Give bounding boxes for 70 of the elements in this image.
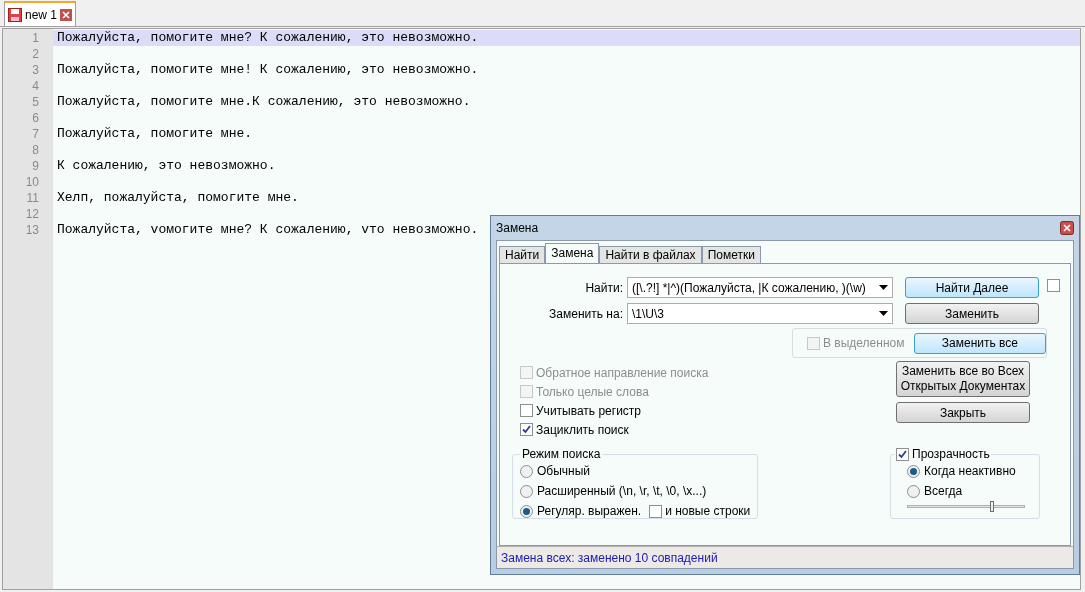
code-line: Пожалуйста, vомогите мне? К сожалению, vто невозможно.: [56, 222, 479, 238]
radio-label: Всегда: [924, 483, 963, 500]
dialog-button[interactable]: Закрыть: [896, 402, 1030, 423]
checkbox[interactable]: [896, 447, 909, 461]
checkbox[interactable]: [520, 404, 533, 417]
checkbox-label: Учитывать регистр: [536, 402, 642, 420]
replace-field[interactable]: \1\U\3: [627, 303, 893, 324]
radio-label: Регуляр. выражен.: [537, 503, 642, 520]
code-line: Пожалуйста, помогите мне! К сожалению, это невозможно.: [56, 62, 479, 78]
checkmark-icon: [898, 449, 907, 459]
tab-label: new 1: [25, 6, 58, 24]
checkbox-label: В выделенном: [823, 335, 906, 352]
dropdown-arrow-icon: [879, 311, 888, 316]
code-line: Пожалуйста, помогите мне? К сожалению, это невозможно.: [56, 30, 479, 46]
code-line: Пожалуйста, помогите мне.: [56, 126, 253, 142]
field-label: Найти:: [584, 279, 624, 297]
save-icon: [8, 7, 22, 22]
line-number: 8: [31, 142, 40, 158]
dialog-button[interactable]: Найти Далее: [905, 277, 1039, 298]
checkbox[interactable]: [649, 504, 663, 518]
line-number: 11: [25, 190, 40, 206]
checkbox-label: Только целые слова: [536, 383, 649, 401]
line-number: 10: [24, 174, 40, 190]
dialog-tab[interactable]: Найти в файлах: [599, 246, 702, 263]
checkbox-label: Зациклить поиск: [536, 421, 629, 439]
checkbox[interactable]: [520, 423, 533, 436]
dialog-button[interactable]: Заменить все во Всех Открытых Документах: [896, 361, 1030, 397]
checkbox-label: Обратное направление поиска: [536, 364, 709, 382]
group-title: Режим поиска: [521, 446, 602, 463]
radio-label: Когда неактивно: [924, 463, 1016, 480]
radio-label: Расширенный (\n, \r, \t, \0, \x...): [537, 483, 707, 500]
find-field[interactable]: ([\.?!] *|^)(Пожалуйста, |К сожалению, )(\w): [627, 277, 893, 298]
checkbox-label: Прозрачность: [912, 446, 990, 463]
line-number: 5: [31, 94, 40, 110]
dialog-tab[interactable]: Пометки: [701, 246, 761, 263]
checkbox-label: и новые строки: [665, 503, 751, 520]
line-number: 6: [31, 110, 40, 126]
dialog-button[interactable]: Заменить: [905, 303, 1039, 324]
dialog-tab[interactable]: Замена: [545, 243, 600, 263]
field-value: \1\U\3: [632, 305, 665, 323]
radio-label: Обычный: [537, 463, 591, 480]
checkmark-icon: [522, 425, 531, 434]
line-number: 7: [31, 126, 40, 142]
status-message: Замена всех: заменено 10 совпадений: [501, 549, 718, 567]
close-icon[interactable]: [60, 8, 73, 21]
dialog-button[interactable]: Заменить все: [913, 332, 1046, 354]
radio-button[interactable]: [520, 484, 533, 498]
line-number: 12: [24, 206, 40, 222]
field-value: ([\.?!] *|^)(Пожалуйста, |К сожалению, )(\w): [632, 279, 867, 297]
line-number: 2: [31, 46, 40, 62]
field-label: Заменить на:: [548, 305, 624, 323]
close-icon[interactable]: [1060, 221, 1074, 235]
line-number: 9: [31, 158, 40, 174]
file-tab[interactable]: new 1: [4, 1, 77, 26]
radio-button[interactable]: [907, 484, 920, 498]
code-line: Хелп, пожалуйста, помогите мне.: [56, 190, 299, 206]
radio-button[interactable]: [520, 464, 533, 478]
line-number: 1: [31, 30, 40, 46]
dialog-title: Замена: [496, 220, 539, 237]
code-line: К сожалению, это невозможно.: [56, 158, 276, 174]
slider-thumb[interactable]: [989, 501, 994, 512]
code-line: Пожалуйста, помогите мне.К сожалению, это невозможно.: [56, 94, 471, 110]
line-number: 4: [31, 78, 40, 94]
line-number: 3: [31, 62, 40, 78]
radio-button[interactable]: [520, 504, 533, 518]
line-number: 13: [24, 222, 40, 238]
dropdown-arrow-icon: [879, 285, 888, 290]
dialog-tab[interactable]: Найти: [499, 246, 546, 263]
checkbox[interactable]: [1047, 278, 1060, 292]
radio-button[interactable]: [907, 464, 920, 478]
